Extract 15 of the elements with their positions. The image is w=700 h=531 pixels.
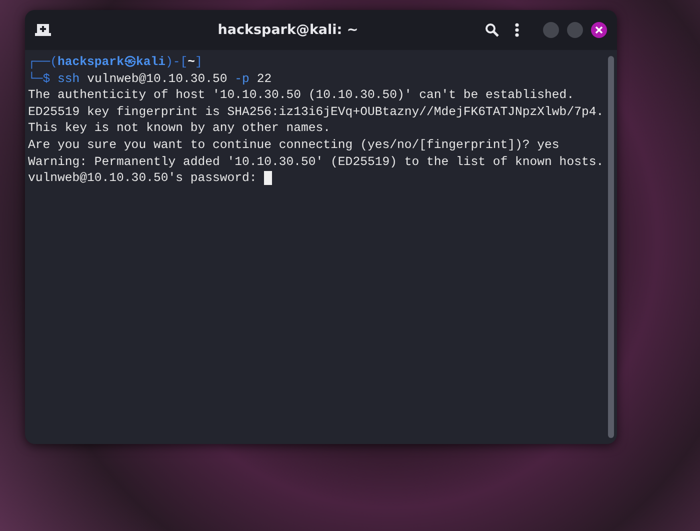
close-button[interactable] bbox=[591, 22, 607, 38]
command-line: └─$ ssh vulnweb@10.10.30.50 -p 22 bbox=[28, 70, 272, 88]
output-line: This key is not known by any other names. bbox=[28, 120, 331, 137]
output-line: Warning: Permanently added '10.10.30.50' (ED25519) to the list of known hosts. bbox=[28, 154, 604, 170]
output-line: The authenticity of host '10.10.30.50 (10.10.30.50)' can't be established. bbox=[28, 87, 574, 104]
menu-icon[interactable] bbox=[515, 23, 519, 37]
prompt-line: ┌──(hackspark㉿kali)-[~] bbox=[28, 54, 202, 71]
search-icon[interactable] bbox=[485, 23, 499, 37]
close-icon bbox=[595, 26, 603, 34]
scrollbar[interactable] bbox=[608, 56, 614, 438]
output-line: Are you sure you want to continue connecting (yes/no/[fingerprint])? yes bbox=[28, 136, 560, 154]
new-tab-icon[interactable] bbox=[35, 23, 51, 37]
output-line: vulnweb@10.10.30.50's password: bbox=[28, 170, 257, 187]
output-line: ED25519 key fingerprint is SHA256:iz13i6jEVq+OUBtazny//MdejFK6TATJNpzXlwb/7p4. bbox=[28, 104, 604, 120]
window-title: hackspark@kali: ~ bbox=[218, 20, 358, 40]
